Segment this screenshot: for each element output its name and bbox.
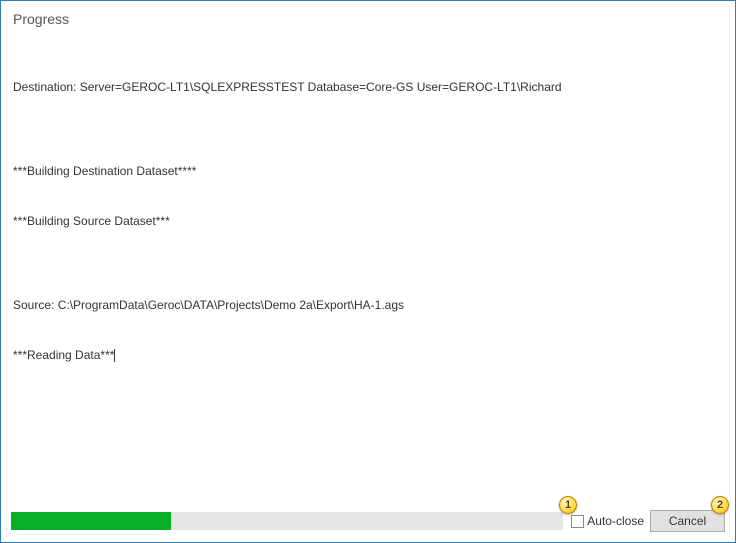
auto-close-label: Auto-close <box>587 514 644 528</box>
log-line: Source: C:\ProgramData\Geroc\DATA\Projec… <box>13 297 725 314</box>
log-line: ***Reading Data*** <box>13 347 725 364</box>
log-line: Destination: Server=GEROC-LT1\SQLEXPRESS… <box>13 79 725 96</box>
annotation-badge-2: 2 <box>711 496 729 514</box>
log-line: ***Building Destination Dataset**** <box>13 163 725 180</box>
annotation-badge-1: 1 <box>559 496 577 514</box>
log-output: Destination: Server=GEROC-LT1\SQLEXPRESS… <box>11 45 725 502</box>
dialog-title: Progress <box>13 11 725 27</box>
progress-dialog: Progress Destination: Server=GEROC-LT1\S… <box>0 0 736 543</box>
checkbox-box-icon <box>571 515 584 528</box>
auto-close-checkbox[interactable]: Auto-close <box>571 514 644 528</box>
progress-fill <box>11 512 171 530</box>
text-caret <box>114 349 115 362</box>
log-line: ***Building Source Dataset*** <box>13 213 725 230</box>
dialog-footer: 1 2 Auto-close Cancel <box>11 510 725 532</box>
log-text: ***Reading Data*** <box>13 348 114 362</box>
cancel-button[interactable]: Cancel <box>650 510 725 532</box>
progress-bar <box>11 512 563 530</box>
